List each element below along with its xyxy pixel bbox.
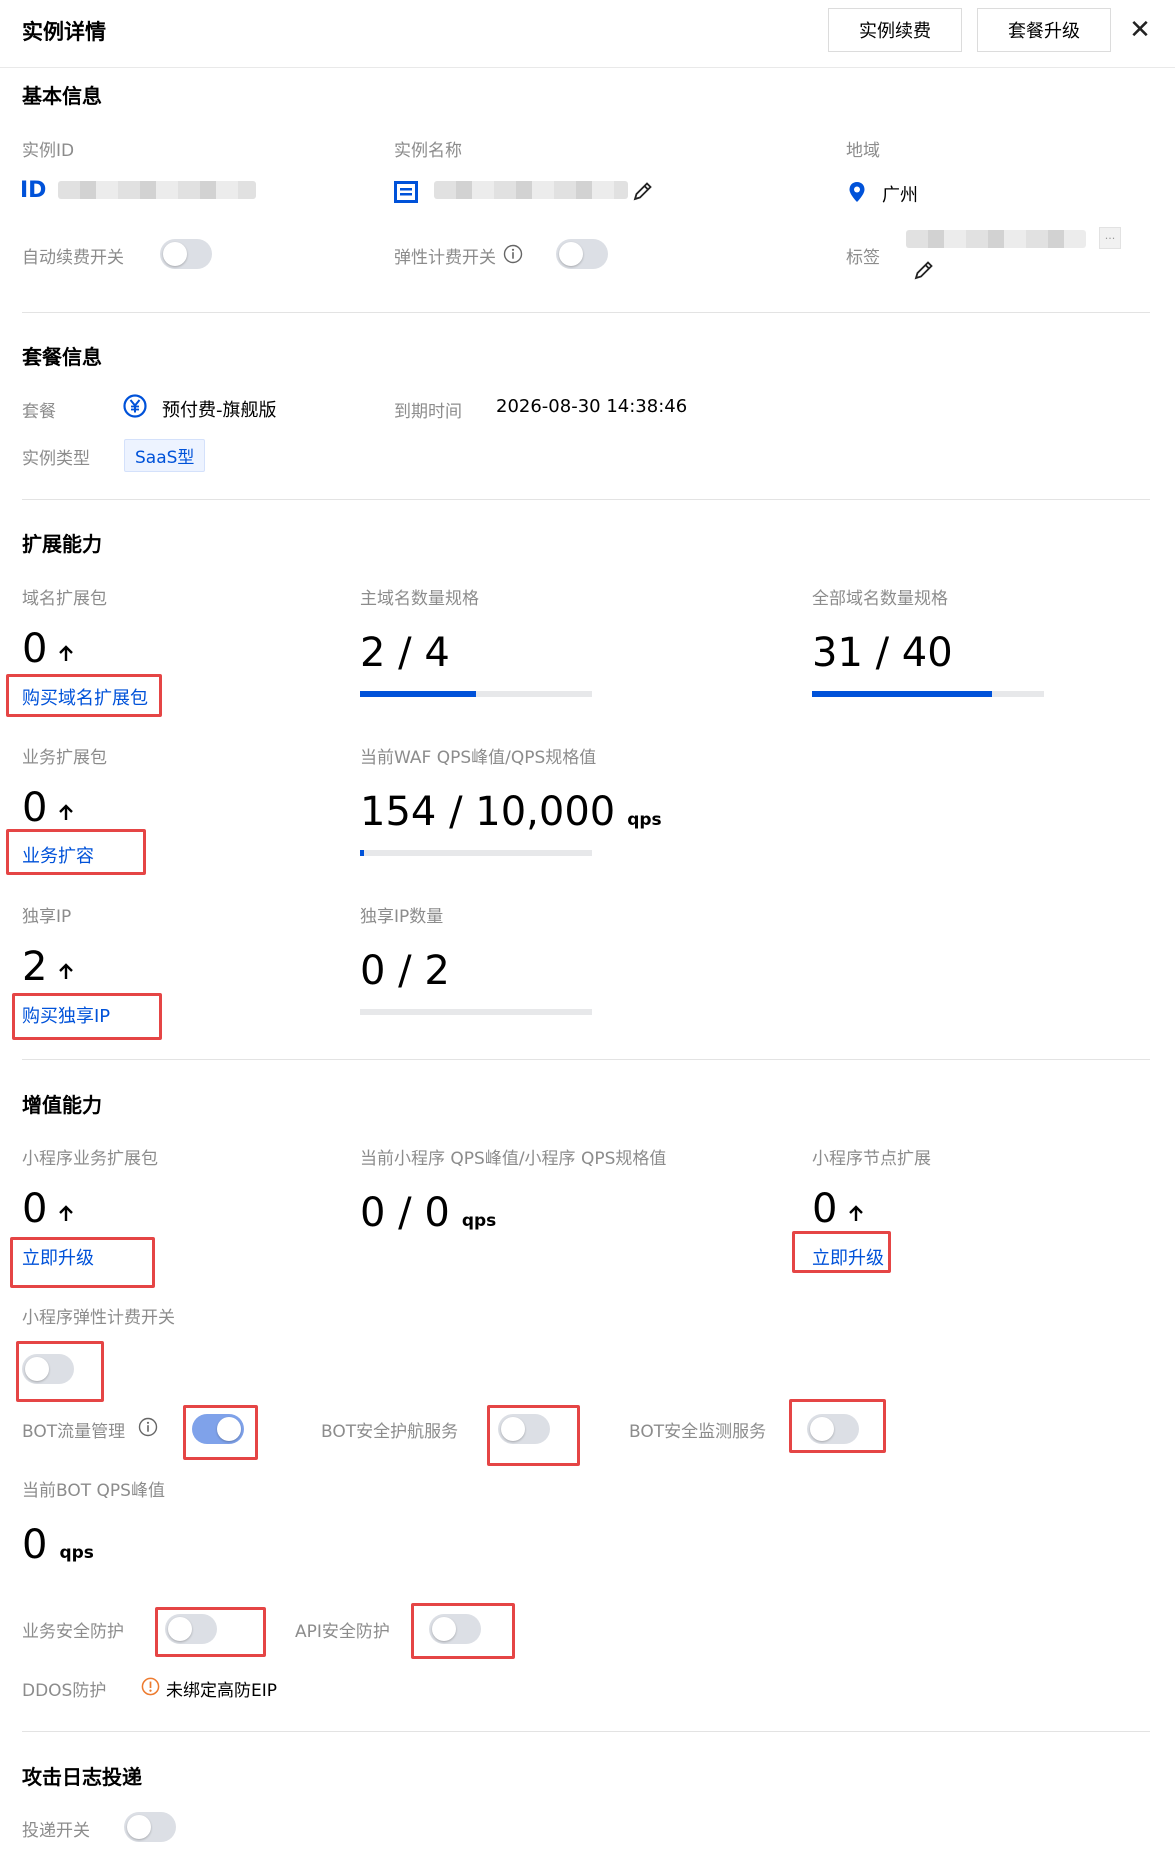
all-domain-label: 全部域名数量规格	[812, 589, 948, 609]
mini-pack-value: 0	[22, 1187, 77, 1231]
bot-traffic-toggle[interactable]	[192, 1414, 244, 1444]
divider	[22, 312, 1150, 313]
main-domain-label: 主域名数量规格	[360, 589, 479, 609]
yuan-icon	[123, 394, 147, 418]
edit-name-icon[interactable]	[632, 180, 654, 202]
info-icon[interactable]	[138, 1417, 158, 1437]
exclusive-ip-count-progress	[360, 1009, 592, 1015]
region-label: 地域	[846, 141, 880, 161]
bot-traffic-label: BOT流量管理	[22, 1422, 126, 1442]
all-domain-value: 31 / 40	[812, 630, 953, 676]
bot-monitor-label: BOT安全监测服务	[629, 1422, 767, 1442]
arrow-up-icon	[59, 645, 74, 661]
biz-pack-label: 业务扩展包	[22, 748, 107, 768]
instance-type-badge: SaaS型	[124, 439, 206, 472]
exclusive-ip-count-label: 独享IP数量	[360, 907, 444, 927]
biz-security-toggle[interactable]	[165, 1614, 217, 1644]
bot-qps-label: 当前BOT QPS峰值	[22, 1481, 165, 1501]
expire-label: 到期时间	[394, 402, 462, 422]
divider	[22, 1731, 1150, 1732]
auto-renew-label: 自动续费开关	[22, 248, 124, 268]
section-title-basic: 基本信息	[22, 84, 102, 108]
ddos-value: 未绑定高防EIP	[166, 1681, 278, 1701]
instance-type-label: 实例类型	[22, 449, 90, 469]
main-domain-progress	[360, 691, 592, 697]
elastic-billing-toggle[interactable]	[556, 239, 608, 269]
domain-pack-value: 0	[22, 627, 77, 671]
renew-button[interactable]: 实例续费	[828, 8, 962, 52]
warning-icon	[141, 1677, 160, 1696]
section-title-package: 套餐信息	[22, 345, 102, 369]
bot-qps-value: 0 qps	[22, 1522, 94, 1568]
mini-node-value: 0	[812, 1187, 867, 1231]
qps-label: 当前WAF QPS峰值/QPS规格值	[360, 748, 597, 768]
qps-progress	[360, 850, 592, 856]
domain-pack-label: 域名扩展包	[22, 589, 107, 609]
mini-qps-value: 0 / 0 qps	[360, 1190, 497, 1236]
instance-name-label: 实例名称	[394, 141, 462, 161]
arrow-up-icon	[59, 804, 74, 820]
instance-id-label: 实例ID	[22, 141, 75, 161]
ddos-label: DDOS防护	[22, 1681, 107, 1701]
arrow-up-icon	[59, 1205, 74, 1221]
region-value: 广州	[882, 185, 918, 206]
biz-security-label: 业务安全防护	[22, 1622, 124, 1642]
info-icon[interactable]	[503, 244, 523, 264]
api-security-label: API安全防护	[295, 1622, 390, 1642]
edit-tag-icon[interactable]	[913, 259, 935, 281]
exclusive-ip-label: 独享IP	[22, 907, 72, 927]
buy-exclusive-ip-link[interactable]: 购买独享IP	[22, 1002, 110, 1028]
buy-domain-pack-link[interactable]: 购买域名扩展包	[22, 684, 148, 710]
biz-pack-value: 0	[22, 786, 77, 830]
section-title-value-added: 增值能力	[22, 1093, 102, 1117]
page-title: 实例详情	[22, 20, 106, 44]
tag-label: 标签	[846, 248, 880, 268]
instance-id-value	[58, 181, 256, 199]
close-icon[interactable]: ✕	[1128, 14, 1152, 46]
section-title-attack-log: 攻击日志投递	[22, 1765, 142, 1789]
delivery-toggle[interactable]	[124, 1812, 176, 1842]
header-divider	[0, 67, 1175, 68]
mini-pack-label: 小程序业务扩展包	[22, 1149, 158, 1169]
main-domain-value: 2 / 4	[360, 630, 450, 676]
mini-qps-label: 当前小程序 QPS峰值/小程序 QPS规格值	[360, 1149, 667, 1169]
instance-name-value	[434, 181, 628, 199]
tag-value	[906, 230, 1086, 248]
plan-value: 预付费-旗舰版	[162, 400, 277, 421]
auto-renew-toggle[interactable]	[160, 239, 212, 269]
instance-name-icon	[394, 181, 418, 203]
more-tags-button[interactable]: ...	[1099, 227, 1121, 249]
api-security-toggle[interactable]	[429, 1614, 481, 1644]
mini-node-label: 小程序节点扩展	[812, 1149, 931, 1169]
all-domain-progress	[812, 691, 1044, 697]
arrow-up-icon	[849, 1205, 864, 1221]
mini-pack-upgrade-link[interactable]: 立即升级	[22, 1244, 94, 1270]
location-pin-icon	[848, 181, 866, 203]
plan-label: 套餐	[22, 402, 56, 422]
mini-elastic-label: 小程序弹性计费开关	[22, 1308, 175, 1328]
upgrade-plan-button[interactable]: 套餐升级	[977, 8, 1111, 52]
exclusive-ip-value: 2	[22, 945, 77, 989]
bot-escort-label: BOT安全护航服务	[321, 1422, 459, 1442]
bot-escort-toggle[interactable]	[498, 1414, 550, 1444]
arrow-up-icon	[59, 963, 74, 979]
bot-monitor-toggle[interactable]	[807, 1414, 859, 1444]
expire-value: 2026-08-30 14:38:46	[496, 396, 688, 417]
elastic-billing-label: 弹性计费开关	[394, 248, 496, 268]
qps-value: 154 / 10,000 qps	[360, 789, 662, 835]
section-title-expansion: 扩展能力	[22, 532, 102, 556]
id-icon: ID	[20, 178, 47, 203]
mini-node-upgrade-link[interactable]: 立即升级	[812, 1244, 884, 1270]
biz-expand-link[interactable]: 业务扩容	[22, 842, 94, 868]
delivery-label: 投递开关	[22, 1821, 90, 1841]
divider	[22, 499, 1150, 500]
mini-elastic-toggle[interactable]	[22, 1354, 74, 1384]
exclusive-ip-count-value: 0 / 2	[360, 948, 450, 994]
divider	[22, 1059, 1150, 1060]
